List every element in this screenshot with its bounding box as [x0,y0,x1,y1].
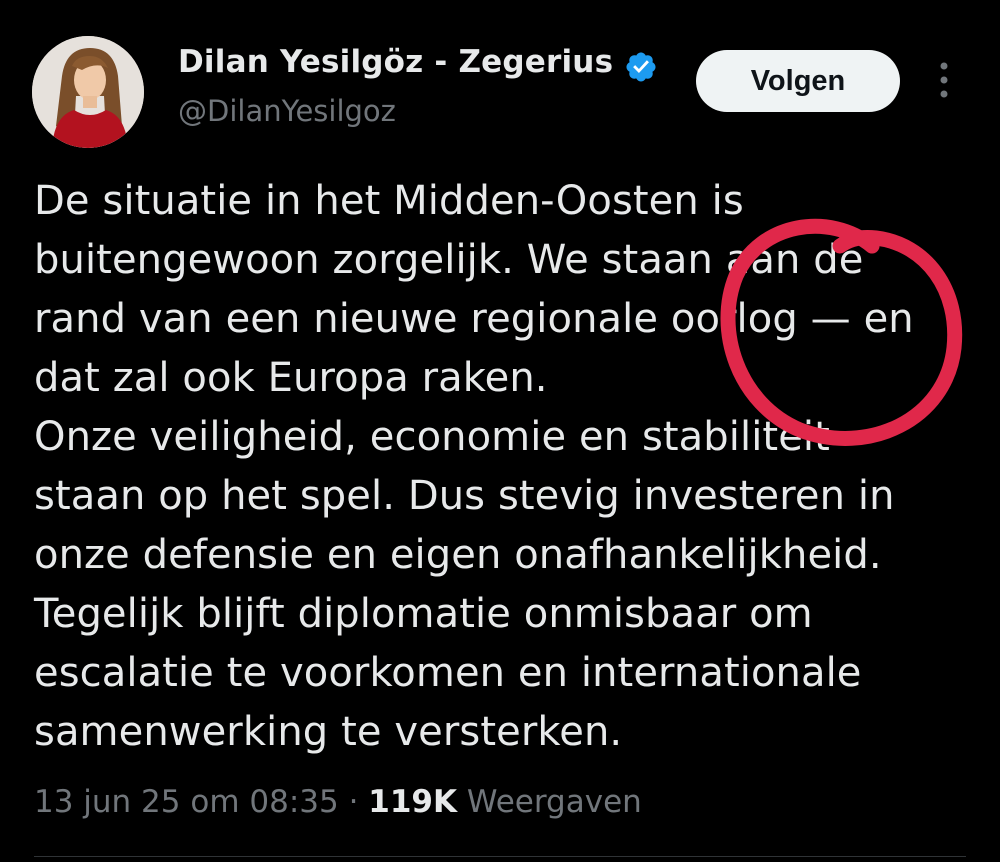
tweet-page: Dilan Yesilgöz - Zegerius @DilanYesilgoz… [0,0,1000,862]
profile-photo-icon [32,36,144,148]
tweet-line: escalatie te voorkomen en internationale [34,650,862,696]
tweet-line: rand van een nieuwe regionale oorlog — e… [34,296,914,342]
tweet-line: samenwerking te versterken. [34,709,623,755]
tweet-line: staan op het spel. Dus stevig investeren… [34,473,895,519]
author-name[interactable]: Dilan Yesilgöz - Zegerius [178,44,613,80]
tweet-text: De situatie in het Midden-Oosten is buit… [34,172,964,762]
tweet-line: De situatie in het Midden-Oosten is [34,178,744,224]
tweet-line: Tegelijk blijft diplomatie onmisbaar om [34,591,813,637]
tweet-line: buitengewoon zorgelijk. We staan aan de [34,237,864,283]
avatar[interactable] [32,36,144,148]
tweet-meta: 13 jun 25 om 08:35 · 119K Weergaven [34,784,642,820]
tweet-line: onze defensie en eigen onafhankelijkheid… [34,532,882,578]
views-count: 119K [368,784,458,820]
author-handle[interactable]: @DilanYesilgoz [178,94,396,128]
more-vertical-icon[interactable] [930,58,958,102]
follow-button[interactable]: Volgen [696,50,900,112]
divider [34,856,966,857]
timestamp[interactable]: 13 jun 25 om 08:35 [34,784,339,820]
tweet-line: Onze veiligheid, economie en stabiliteit [34,414,830,460]
verified-badge-icon [626,52,656,82]
views-label: Weergaven [457,784,642,820]
meta-separator: · [338,784,369,820]
tweet-line: dat zal ook Europa raken. [34,355,548,401]
